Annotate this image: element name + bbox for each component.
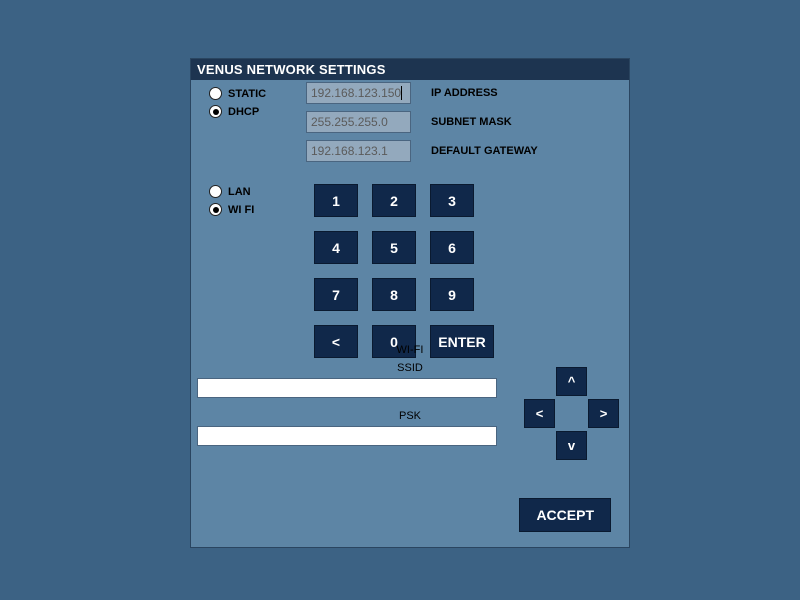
accept-button[interactable]: ACCEPT bbox=[519, 498, 611, 532]
dpad-down[interactable]: v bbox=[556, 431, 587, 460]
key-1[interactable]: 1 bbox=[314, 184, 358, 217]
radio-dhcp[interactable]: DHCP bbox=[209, 105, 266, 118]
numeric-keypad: 1 2 3 4 5 6 7 8 9 < 0 ENTER bbox=[314, 184, 474, 358]
ip-label: IP ADDRESS bbox=[431, 87, 498, 99]
key-5[interactable]: 5 bbox=[372, 231, 416, 264]
mode-radio-group: STATIC DHCP bbox=[209, 87, 266, 123]
mask-value: 255.255.255.0 bbox=[311, 115, 388, 129]
dpad-left[interactable]: < bbox=[524, 399, 555, 428]
dpad: ^ < > v bbox=[524, 367, 619, 462]
ssid-input[interactable] bbox=[197, 378, 497, 398]
radio-static[interactable]: STATIC bbox=[209, 87, 266, 100]
settings-panel: VENUS NETWORK SETTINGS STATIC DHCP LAN W… bbox=[190, 58, 630, 548]
conn-radio-group: LAN WI FI bbox=[209, 185, 254, 221]
radio-lan[interactable]: LAN bbox=[209, 185, 254, 198]
psk-input[interactable] bbox=[197, 426, 497, 446]
panel-title: VENUS NETWORK SETTINGS bbox=[191, 59, 629, 80]
radio-label: WI FI bbox=[228, 204, 254, 216]
ip-row: 192.168.123.150 IP ADDRESS bbox=[306, 82, 498, 104]
dpad-right[interactable]: > bbox=[588, 399, 619, 428]
radio-wifi[interactable]: WI FI bbox=[209, 203, 254, 216]
gateway-label: DEFAULT GATEWAY bbox=[431, 145, 538, 157]
subnet-mask-field[interactable]: 255.255.255.0 bbox=[306, 111, 411, 133]
key-7[interactable]: 7 bbox=[314, 278, 358, 311]
gateway-row: 192.168.123.1 DEFAULT GATEWAY bbox=[306, 140, 538, 162]
radio-icon bbox=[209, 203, 222, 216]
key-8[interactable]: 8 bbox=[372, 278, 416, 311]
radio-icon bbox=[209, 87, 222, 100]
radio-label: LAN bbox=[228, 186, 251, 198]
ip-value: 192.168.123.150 bbox=[311, 86, 401, 100]
key-4[interactable]: 4 bbox=[314, 231, 358, 264]
key-2[interactable]: 2 bbox=[372, 184, 416, 217]
radio-label: DHCP bbox=[228, 106, 259, 118]
psk-label: PSK bbox=[260, 410, 560, 422]
ssid-label: SSID bbox=[260, 362, 560, 374]
ip-address-field[interactable]: 192.168.123.150 bbox=[306, 82, 411, 104]
gateway-value: 192.168.123.1 bbox=[311, 144, 388, 158]
key-6[interactable]: 6 bbox=[430, 231, 474, 264]
wifi-title: WI-FI bbox=[260, 344, 560, 356]
dpad-up[interactable]: ^ bbox=[556, 367, 587, 396]
gateway-field[interactable]: 192.168.123.1 bbox=[306, 140, 411, 162]
key-3[interactable]: 3 bbox=[430, 184, 474, 217]
mask-row: 255.255.255.0 SUBNET MASK bbox=[306, 111, 512, 133]
key-9[interactable]: 9 bbox=[430, 278, 474, 311]
text-cursor bbox=[401, 86, 402, 100]
mask-label: SUBNET MASK bbox=[431, 116, 512, 128]
radio-icon bbox=[209, 185, 222, 198]
radio-label: STATIC bbox=[228, 88, 266, 100]
radio-icon bbox=[209, 105, 222, 118]
